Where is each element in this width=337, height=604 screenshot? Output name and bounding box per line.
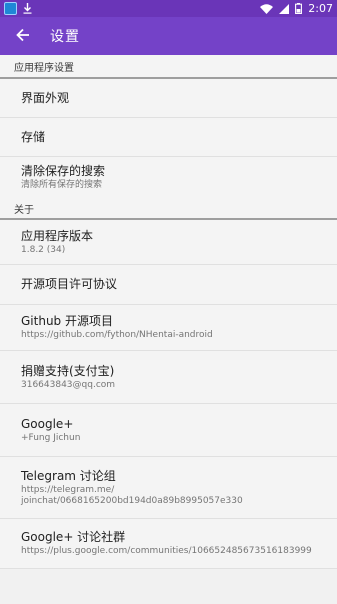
pref-appearance[interactable]: 界面外观 [0,79,337,118]
pref-title: Github 开源项目 [21,314,113,328]
pref-google-plus[interactable]: Google+ +Fung Jichun [0,404,337,457]
pref-summary: 1.8.2 (34) [21,244,66,255]
pref-title: 存储 [21,129,46,144]
pref-summary-line2: joinchat/0668165200bd194d0a89b8995057e33… [21,495,243,506]
pref-summary: +Fung Jichun [21,432,81,443]
pref-summary: 316643843@qq.com [21,379,116,390]
arrow-back-icon [16,27,30,46]
status-time: 2:07 [308,2,333,15]
pref-telegram-group[interactable]: Telegram 讨论组 https://telegram.me/ joinch… [0,457,337,519]
battery-icon [295,3,303,14]
pref-open-source-licenses[interactable]: 开源项目许可协议 [0,265,337,305]
pref-title: Google+ 讨论社群 [21,530,126,544]
pref-title: Telegram 讨论组 [21,468,116,483]
page-title: 设置 [50,29,80,45]
pref-app-version[interactable]: 应用程序版本 1.8.2 (34) [0,220,337,265]
section-header-about: 关于 [0,198,337,220]
pref-title: 清除保存的搜索 [21,164,106,178]
pref-donate-alipay[interactable]: 捐赠支持(支付宝) 316643843@qq.com [0,351,337,404]
section-header-app-settings: 应用程序设置 [0,55,337,79]
toolbar: 设置 [0,17,337,55]
download-icon [23,3,32,14]
back-button[interactable] [12,25,34,47]
app-notification-icon [4,2,17,15]
signal-icon [279,3,290,14]
pref-summary: https://telegram.me/ [21,484,115,495]
pref-title: 界面外观 [21,90,70,105]
settings-list: 应用程序设置 界面外观 存储 清除保存的搜索 清除所有保存的搜索 关于 应用程序… [0,55,337,569]
pref-clear-saved-search[interactable]: 清除保存的搜索 清除所有保存的搜索 [0,157,337,198]
pref-google-plus-community[interactable]: Google+ 讨论社群 https://plus.google.com/com… [0,519,337,569]
wifi-icon [260,3,274,14]
pref-title: Google+ [21,416,74,431]
pref-summary: 清除所有保存的搜索 [21,180,103,190]
pref-title: 应用程序版本 [21,228,94,243]
pref-title: 开源项目许可协议 [21,277,118,291]
section-header-label: 关于 [14,204,34,216]
pref-summary: https://plus.google.com/communities/1066… [21,546,312,556]
status-bar: 2:07 [0,0,337,17]
section-header-label: 应用程序设置 [14,62,74,74]
pref-github-project[interactable]: Github 开源项目 https://github.com/fython/NH… [0,305,337,351]
pref-storage[interactable]: 存储 [0,118,337,157]
pref-summary: https://github.com/fython/NHentai-androi… [21,330,213,340]
pref-title: 捐赠支持(支付宝) [21,363,115,378]
